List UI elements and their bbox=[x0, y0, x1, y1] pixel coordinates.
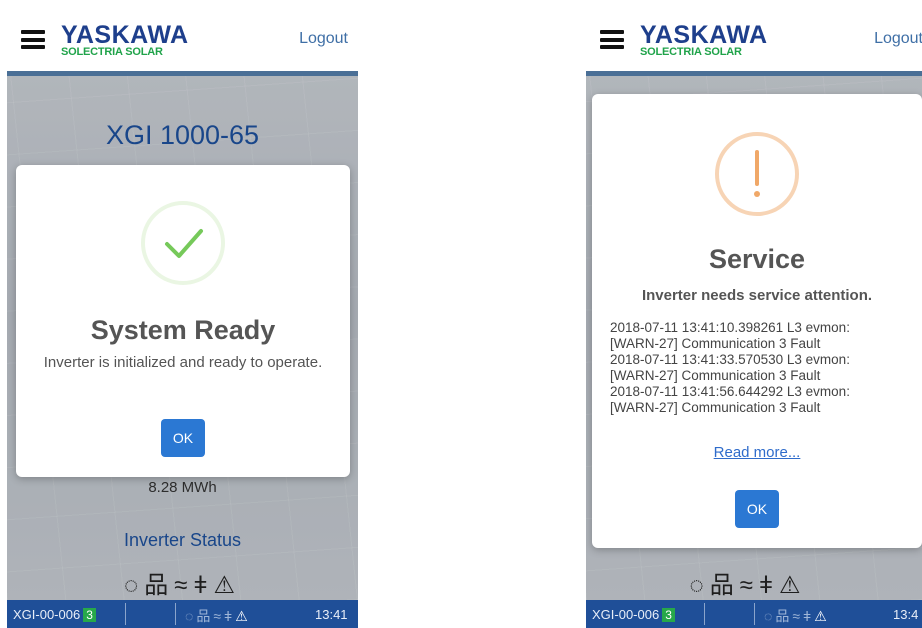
phone-screen-right: YASKAWA SOLECTRIA SOLAR Logout ◌品≈ǂ⚠ XGI… bbox=[586, 8, 922, 628]
status-bar: XGI-00-006 3 ◌品≈ǂ⚠ 13:41 bbox=[7, 600, 358, 628]
status-time: 13:41 bbox=[315, 607, 348, 622]
status-bar-icons: ◌品≈ǂ⚠ bbox=[764, 606, 830, 626]
wrench-icon: ǂ bbox=[803, 608, 815, 624]
brand-name: YASKAWA bbox=[61, 21, 189, 49]
log-line: 2018-07-11 13:41:10.398261 L3 evmon: bbox=[610, 320, 850, 335]
dialog-subtitle: Inverter needs service attention. bbox=[641, 287, 873, 304]
app-header: YASKAWA SOLECTRIA SOLAR Logout bbox=[586, 8, 922, 76]
app-header: YASKAWA SOLECTRIA SOLAR Logout bbox=[7, 8, 358, 76]
system-ready-dialog: System Ready Inverter is initialized and… bbox=[16, 165, 350, 477]
alert-count-badge: 3 bbox=[83, 608, 96, 622]
service-dialog: Service Inverter needs service attention… bbox=[592, 94, 922, 548]
phone-screen-left: YASKAWA SOLECTRIA SOLAR Logout XGI 1000-… bbox=[7, 8, 358, 628]
network-icon: 品 bbox=[196, 608, 214, 624]
wrench-icon: ǂ bbox=[224, 608, 236, 624]
log-line: 2018-07-11 13:41:33.570530 L3 evmon: bbox=[610, 352, 850, 367]
status-divider bbox=[754, 603, 755, 625]
log-line: 2018-07-11 13:41:56.644292 L3 evmon: bbox=[610, 384, 850, 399]
warning-icon: ⚠ bbox=[235, 608, 251, 624]
logout-link[interactable]: Logout bbox=[874, 30, 922, 48]
brand-name: YASKAWA bbox=[640, 21, 768, 49]
logout-link[interactable]: Logout bbox=[299, 30, 348, 48]
dialog-title: System Ready bbox=[90, 315, 276, 345]
ok-button[interactable]: OK bbox=[735, 490, 779, 528]
event-log: 2018-07-11 13:41:10.398261 L3 evmon: [WA… bbox=[610, 320, 916, 416]
read-more-link[interactable]: Read more... bbox=[592, 444, 922, 461]
status-divider bbox=[175, 603, 176, 625]
checkmark-icon bbox=[141, 201, 225, 285]
status-bar-device[interactable]: XGI-00-006 3 bbox=[13, 607, 96, 622]
status-bar-icons: ◌品≈ǂ⚠ bbox=[185, 606, 251, 626]
network-icon: 品 bbox=[775, 608, 793, 624]
power-icon: ◌ bbox=[185, 608, 197, 624]
log-line: [WARN-27] Communication 3 Fault bbox=[610, 400, 821, 415]
status-divider bbox=[125, 603, 126, 625]
dialog-title: Service bbox=[708, 244, 806, 274]
log-line: [WARN-27] Communication 3 Fault bbox=[610, 368, 821, 383]
brand-logo: YASKAWA SOLECTRIA SOLAR bbox=[61, 21, 189, 59]
warning-icon: ⚠ bbox=[814, 608, 830, 624]
menu-icon[interactable] bbox=[600, 30, 624, 49]
status-bar-device[interactable]: XGI-00-006 3 bbox=[592, 607, 675, 622]
device-id: XGI-00-006 bbox=[13, 607, 81, 622]
alert-count-badge: 3 bbox=[662, 608, 675, 622]
power-icon: ◌ bbox=[764, 608, 776, 624]
dialog-message: Inverter is initialized and ready to ope… bbox=[43, 354, 323, 371]
brand-logo: YASKAWA SOLECTRIA SOLAR bbox=[640, 21, 768, 59]
status-bar: XGI-00-006 3 ◌品≈ǂ⚠ 13:4 bbox=[586, 600, 922, 628]
device-id: XGI-00-006 bbox=[592, 607, 660, 622]
grid-wave-icon: ≈ bbox=[792, 608, 804, 624]
log-line: [WARN-27] Communication 3 Fault bbox=[610, 336, 821, 351]
grid-wave-icon: ≈ bbox=[213, 608, 225, 624]
menu-icon[interactable] bbox=[21, 30, 45, 49]
status-divider bbox=[704, 603, 705, 625]
exclamation-icon bbox=[715, 132, 799, 216]
ok-button[interactable]: OK bbox=[161, 419, 205, 457]
status-time: 13:4 bbox=[893, 607, 919, 622]
